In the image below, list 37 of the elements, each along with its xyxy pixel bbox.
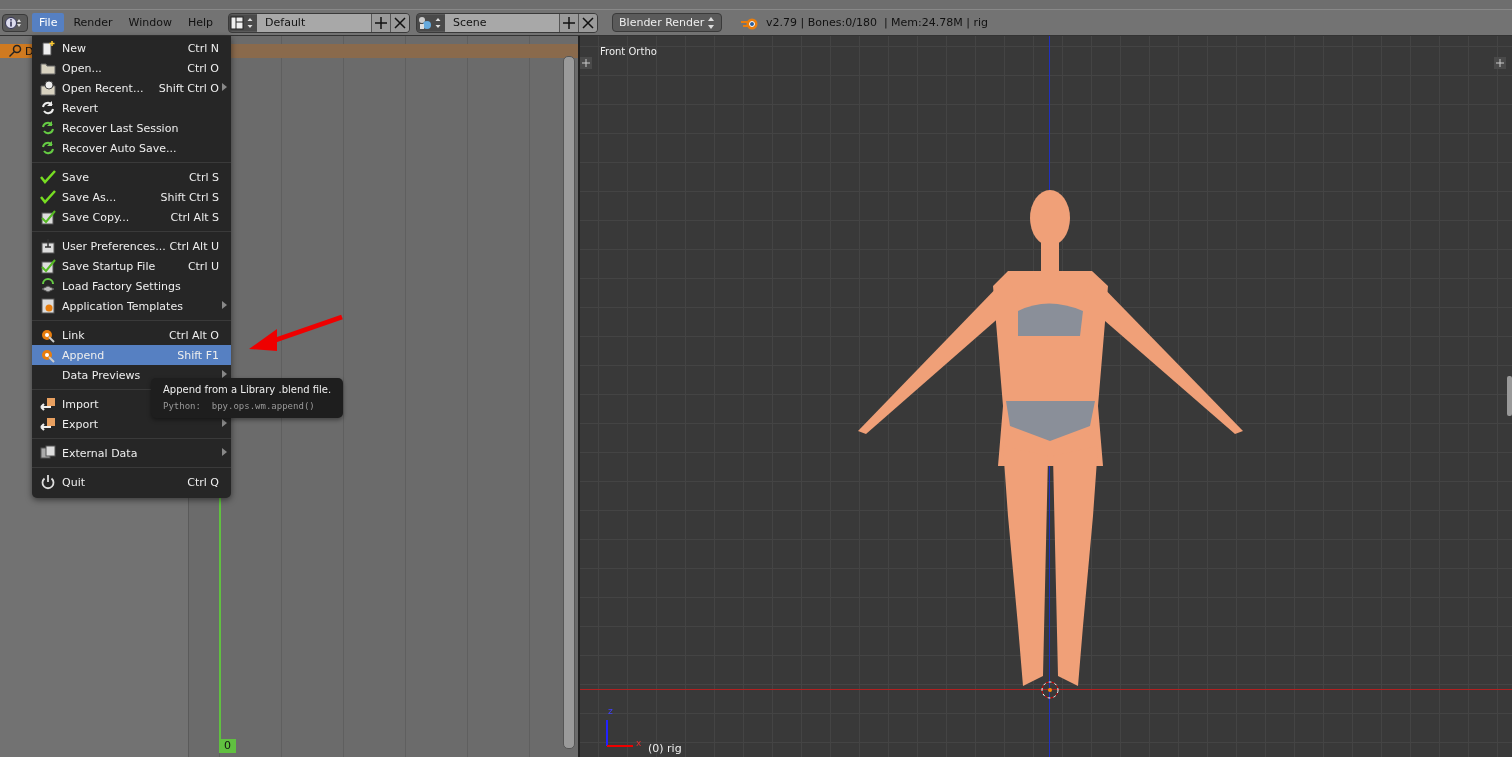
menu-item[interactable]: Append Shift F1 [32,345,231,365]
menu-item[interactable]: File [32,13,65,32]
menu-item[interactable]: Help [180,13,221,32]
menu-item[interactable]: Data Previews [32,365,231,385]
menu-item[interactable]: Link Ctrl Alt O [32,325,231,345]
scene-selector[interactable]: Scene [416,12,599,33]
menu-item[interactable]: External Data [32,443,231,463]
view-label: Front Ortho [600,46,657,57]
menu-item[interactable]: Quit Ctrl Q [32,472,231,492]
menu-item[interactable]: Save Ctrl S [32,167,231,187]
status-info: v2.79 | Bones:0/180 | Mem:24.78M | rig [766,16,989,29]
scene-field[interactable]: Scene [445,13,560,32]
axis-label: z [608,706,613,716]
layout-field[interactable]: Default [257,13,372,32]
object-label: (0) rig [648,742,682,755]
tooltip-title: Append from a Library .blend file. [163,384,333,395]
menu-item[interactable]: Recover Last Session [32,118,231,138]
menu-item[interactable]: Application Templates [32,296,231,316]
menu-item[interactable]: Window [121,13,179,32]
3d-viewport[interactable]: Front Ortho z x (0) rig [580,36,1512,757]
current-frame-indicator[interactable]: 0 [219,739,236,753]
tooltip-python: Python: bpy.ops.wm.append() [163,401,316,411]
menu-item[interactable]: Save Copy... Ctrl Alt S [32,207,231,227]
render-engine-dropdown[interactable]: Blender Render [612,13,723,32]
menu-item[interactable]: Render [66,13,120,32]
menu-item[interactable]: Revert [32,98,231,118]
layout-selector[interactable]: Default [228,12,411,33]
menu-item[interactable]: Export [32,414,231,434]
menu-item[interactable]: Save Startup File Ctrl U [32,256,231,276]
menu-item[interactable]: Load Factory Settings [32,276,231,296]
menu-item[interactable]: New Ctrl N [32,38,231,58]
menu-item[interactable]: Save As... Shift Ctrl S [32,187,231,207]
axis-label: x [636,738,642,748]
menu-item[interactable]: Recover Auto Save... [32,138,231,158]
menu-item[interactable]: Open... Ctrl O [32,58,231,78]
menu-item[interactable]: Open Recent... Shift Ctrl O [32,78,231,98]
menu-item[interactable]: User Preferences... Ctrl Alt U [32,236,231,256]
